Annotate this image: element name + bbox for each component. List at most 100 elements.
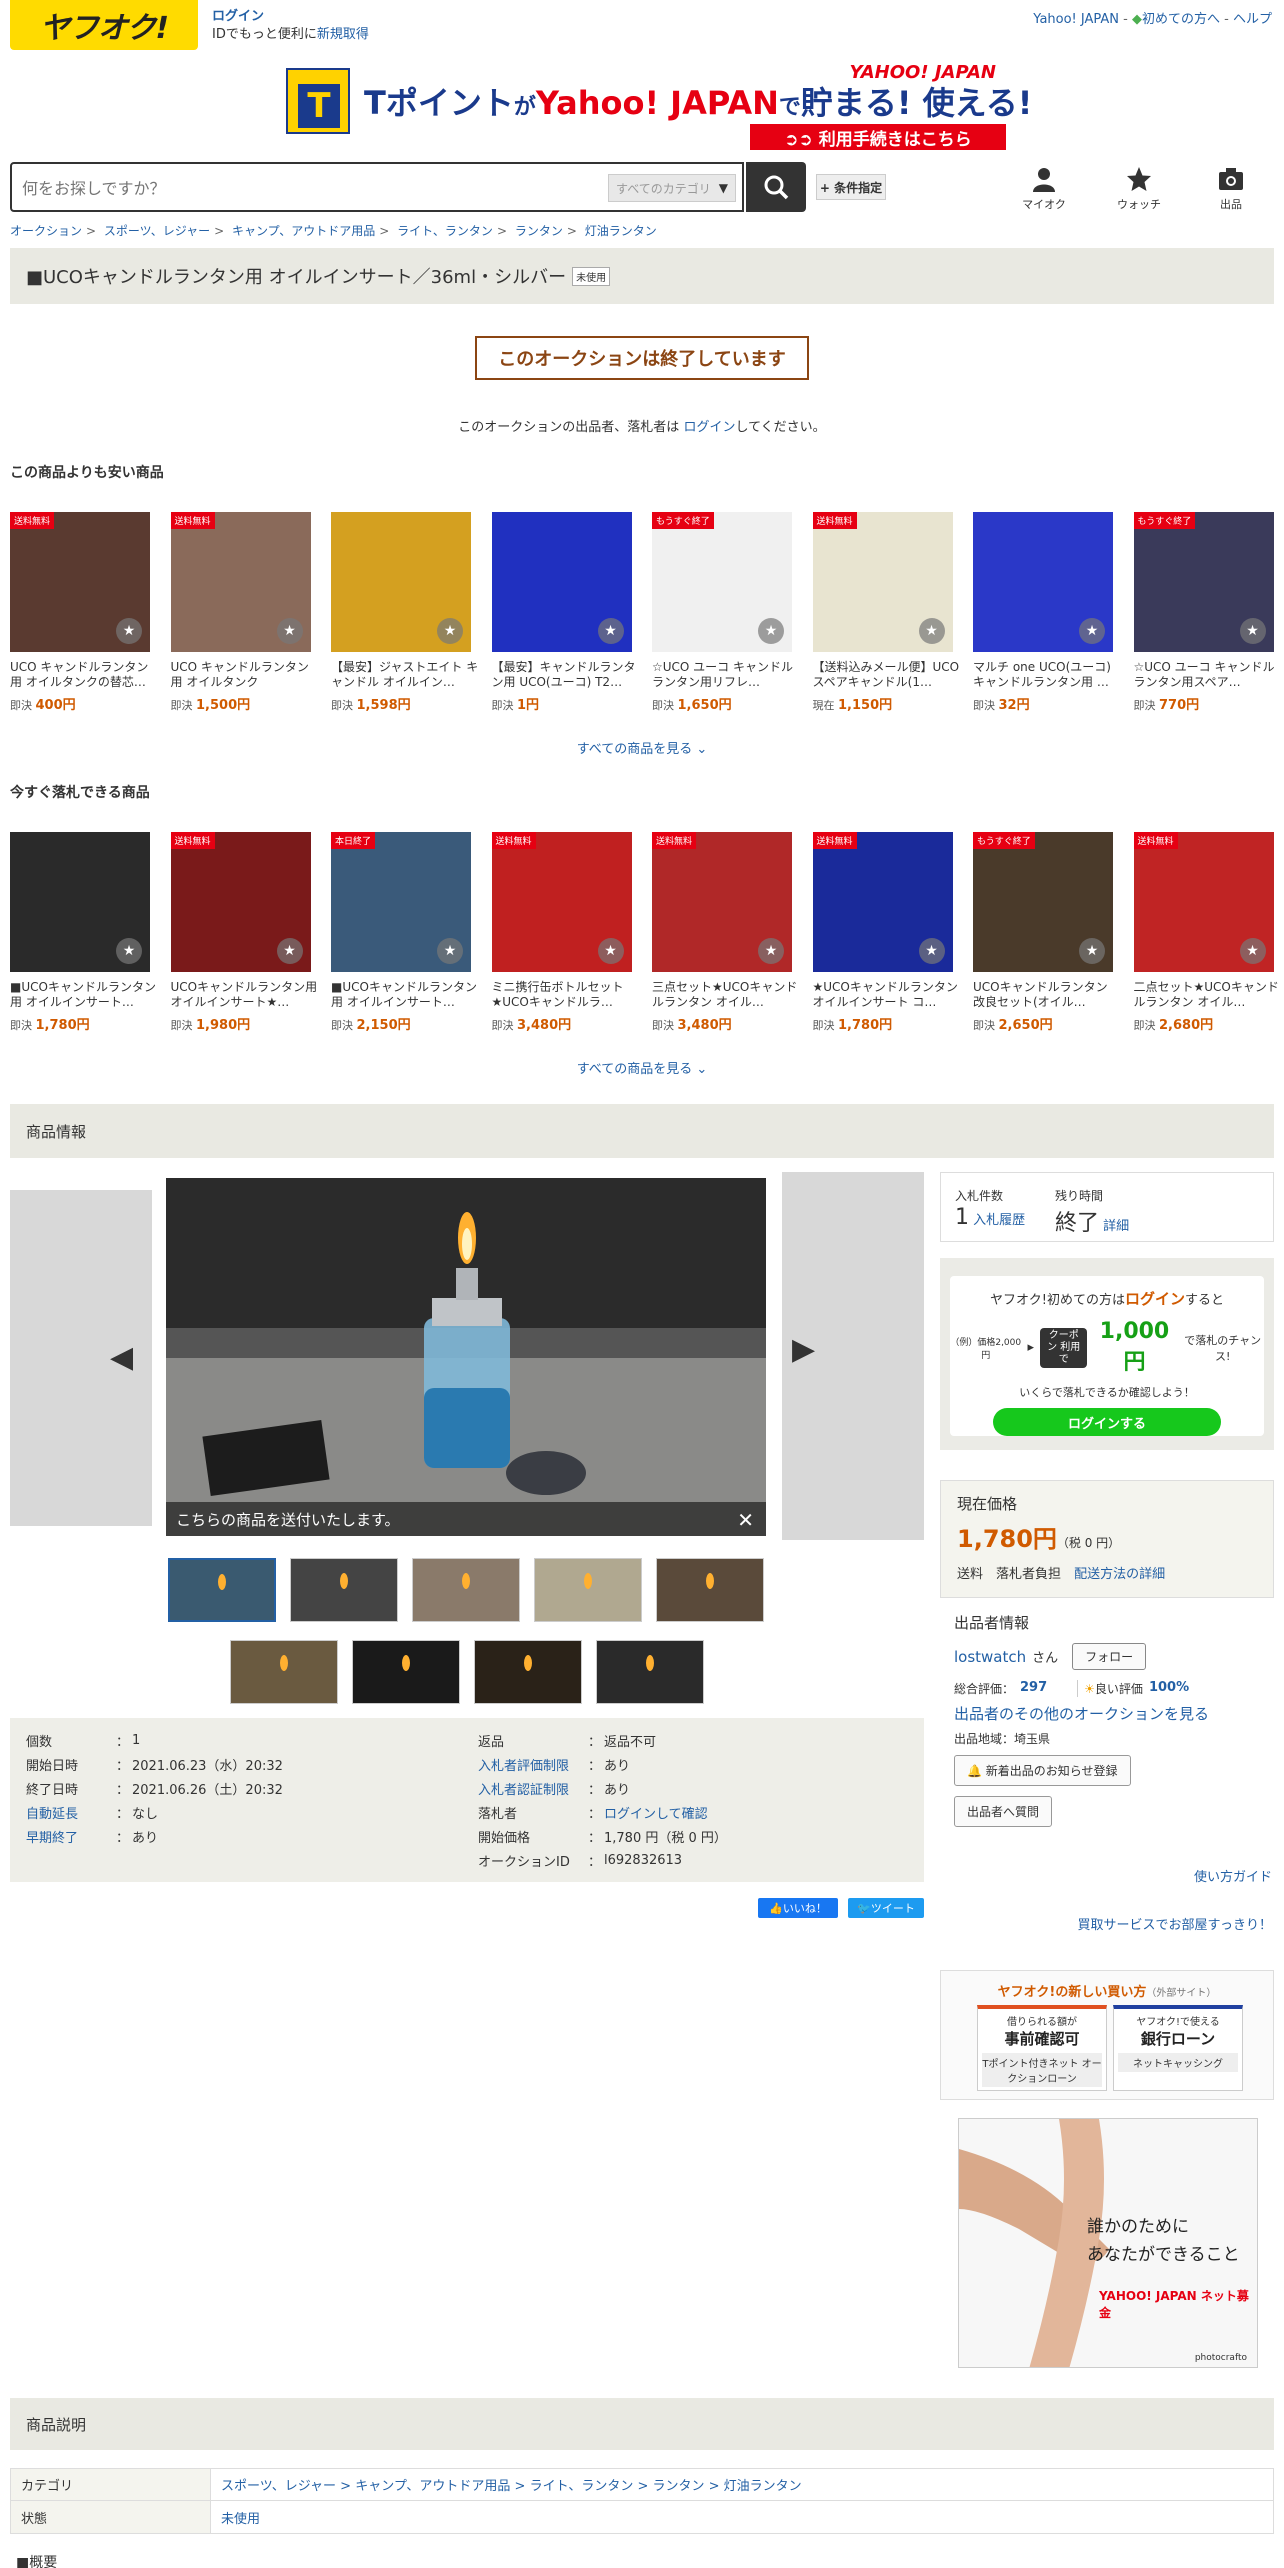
gallery-prev-panel[interactable]: ◀ (10, 1190, 152, 1526)
watch-star-icon[interactable]: ★ (758, 938, 784, 964)
banner-procedure-button[interactable]: ➲➲ 利用手続きはこちら (750, 124, 1006, 150)
detail-key[interactable]: 早期終了 (26, 1827, 116, 1846)
condition-button[interactable]: + 条件指定 (816, 174, 886, 200)
item-thumbnail[interactable]: もうすぐ終了 ★ (652, 512, 792, 652)
watch-star-icon[interactable]: ★ (116, 938, 142, 964)
search-button[interactable] (746, 162, 806, 212)
item-title[interactable]: ■UCOキャンドルランタン用 オイルインサート… (10, 980, 158, 1010)
coupon-login-link[interactable]: ログイン (1125, 1290, 1185, 1308)
ended-login-link[interactable]: ログイン (683, 420, 735, 435)
item-card[interactable]: ★ ■UCOキャンドルランタン用 オイルインサート… 即決 1,780円 (10, 832, 158, 1033)
see-all-link[interactable]: すべての商品を見る ⌄ (0, 738, 1284, 757)
item-title[interactable]: ☆UCO ユーコ キャンドルランタン用リフレ… (652, 660, 800, 690)
item-card[interactable]: ★ 【最安】ジャストエイト キャンドル オイルイン… 即決 1,598円 (331, 512, 479, 713)
see-all-link[interactable]: すべての商品を見る ⌄ (0, 1058, 1284, 1077)
watch-star-icon[interactable]: ★ (918, 938, 945, 964)
item-title[interactable]: UCOキャンドルランタン 改良セット(オイル… (973, 980, 1121, 1010)
item-title[interactable]: ☆UCO ユーコ キャンドルランタン用スペア… (1134, 660, 1282, 690)
gallery-next-panel[interactable]: ▶ (782, 1172, 924, 1540)
nav-sell[interactable]: 出品 (1196, 166, 1266, 212)
photo-thumbnail[interactable] (290, 1558, 398, 1622)
item-thumbnail[interactable]: 送料無料 ★ (10, 512, 150, 652)
breadcrumb-link[interactable]: オークション (10, 224, 82, 238)
item-title[interactable]: UCOキャンドルランタン用オイルインサート★… (171, 980, 319, 1010)
item-thumbnail[interactable]: 送料無料 ★ (652, 832, 792, 972)
watch-star-icon[interactable]: ★ (276, 618, 303, 644)
nav-watch[interactable]: ウォッチ (1104, 166, 1174, 212)
item-thumbnail[interactable]: ★ (10, 832, 150, 972)
photo-thumbnail[interactable] (596, 1640, 704, 1704)
close-icon[interactable]: ✕ (737, 1508, 754, 1532)
item-card[interactable]: 送料無料 ★ UCOキャンドルランタン用オイルインサート★… 即決 1,980円 (170, 832, 319, 1033)
watch-star-icon[interactable]: ★ (1079, 938, 1105, 964)
cleanup-link[interactable]: 買取サービスでお部屋すっきり！ (1078, 1914, 1272, 1933)
category-select[interactable]: すべてのカテゴリ ▼ (608, 174, 736, 202)
other-auctions-link[interactable]: 出品者のその他のオークションを見る (954, 1705, 1209, 1723)
beginner-link[interactable]: 初めての方へ (1142, 12, 1220, 27)
login-link[interactable]: ログイン (212, 9, 264, 24)
donation-ad[interactable]: 誰かのために あなたができること YAHOO! JAPAN ネット募金 photo… (958, 2118, 1258, 2368)
breadcrumb-link[interactable]: 灯油ランタン (585, 224, 657, 238)
photo-thumbnail[interactable] (230, 1640, 338, 1704)
item-title[interactable]: ミニ携行缶ボトルセット★UCOキャンドルラ… (492, 980, 640, 1010)
breadcrumb-link[interactable]: ライト、ランタン (397, 224, 493, 238)
item-thumbnail[interactable]: ★ (331, 512, 471, 652)
watch-star-icon[interactable]: ★ (597, 938, 624, 964)
item-thumbnail[interactable]: 送料無料 ★ (1133, 832, 1274, 972)
shipping-detail-link[interactable]: 配送方法の詳細 (1074, 1567, 1165, 1582)
item-thumbnail[interactable]: 送料無料 ★ (491, 832, 632, 972)
detail-key[interactable]: 自動延長 (26, 1803, 116, 1822)
photo-thumbnail[interactable] (168, 1558, 276, 1622)
item-card[interactable]: 送料無料 ★ 【送料込みメール便】UCO スペアキャンドル(1… 現在 1,150円 (812, 512, 961, 713)
item-card[interactable]: 本日終了 ★ ■UCOキャンドルランタン用 オイルインサート… 即決 2,150円 (331, 832, 479, 1033)
watch-star-icon[interactable]: ★ (918, 618, 945, 644)
breadcrumb-link[interactable]: キャンプ、アウトドア用品 (232, 224, 375, 238)
category-path-link[interactable]: スポーツ、レジャー > キャンプ、アウトドア用品 > ライト、ランタン > ラン… (211, 2475, 802, 2494)
item-card[interactable]: 送料無料 ★ UCO キャンドルランタン用 オイルタンク 即決 1,500円 (170, 512, 319, 713)
facebook-like-button[interactable]: 👍 いいね！ (758, 1898, 838, 1918)
help-link[interactable]: ヘルプ (1233, 12, 1272, 27)
breadcrumb-link[interactable]: スポーツ、レジャー (104, 224, 210, 238)
item-thumbnail[interactable]: 送料無料 ★ (170, 512, 311, 652)
item-thumbnail[interactable]: もうすぐ終了 ★ (1133, 512, 1274, 652)
item-title[interactable]: UCO キャンドルランタン用 オイルタンクの替芯… (10, 660, 158, 690)
photo-thumbnail[interactable] (352, 1640, 460, 1704)
item-title[interactable]: ■UCOキャンドルランタン用 オイルインサート… (331, 980, 479, 1010)
item-card[interactable]: ★ マルチ one UCO(ユーコ)キャンドルランタン用 … 即決 32円 (973, 512, 1121, 713)
coupon-login-button[interactable]: ログインする (993, 1408, 1221, 1436)
item-title[interactable]: マルチ one UCO(ユーコ)キャンドルランタン用 … (973, 660, 1121, 690)
photo-thumbnail[interactable] (656, 1558, 764, 1622)
breadcrumb-link[interactable]: ランタン (515, 224, 563, 238)
item-title[interactable]: 三点セット★UCOキャンドルランタン オイル… (652, 980, 800, 1010)
tpoint-banner[interactable]: T TポイントがYahoo! JAPANで貯まる! 使える! YAHOO! JA… (286, 62, 1032, 150)
item-title[interactable]: ★UCOキャンドルランタン オイルインサート コ… (813, 980, 961, 1010)
watch-star-icon[interactable]: ★ (437, 618, 463, 644)
condition-value-link[interactable]: 未使用 (211, 2508, 260, 2527)
register-link[interactable]: 新規取得 (317, 27, 369, 42)
item-title[interactable]: UCO キャンドルランタン用 オイルタンク (171, 660, 319, 690)
photo-thumbnail[interactable] (534, 1558, 642, 1622)
loan-card-1[interactable]: 借りられる額が 事前確認可 Tポイント付きネット オークションローン (977, 2005, 1107, 2091)
main-photo[interactable]: こちらの商品を送付いたします。 ✕ (166, 1178, 766, 1536)
photo-thumbnail[interactable] (412, 1558, 520, 1622)
item-thumbnail[interactable]: 送料無料 ★ (170, 832, 311, 972)
search-input[interactable] (22, 176, 602, 200)
watch-star-icon[interactable]: ★ (758, 618, 784, 644)
yahuoku-logo[interactable]: ヤフオク! (10, 0, 198, 50)
ask-seller-button[interactable]: 出品者へ質問 (954, 1796, 1053, 1827)
item-thumbnail[interactable]: 送料無料 ★ (812, 832, 953, 972)
nav-myauction[interactable]: マイオク (1009, 166, 1079, 212)
item-card[interactable]: もうすぐ終了 ★ UCOキャンドルランタン 改良セット(オイル… 即決 2,650円 (973, 832, 1121, 1033)
photo-thumbnail[interactable] (474, 1640, 582, 1704)
item-thumbnail[interactable]: 送料無料 ★ (812, 512, 953, 652)
item-card[interactable]: もうすぐ終了 ★ ☆UCO ユーコ キャンドルランタン用スペア… 即決 770円 (1133, 512, 1282, 713)
item-card[interactable]: もうすぐ終了 ★ ☆UCO ユーコ キャンドルランタン用リフレ… 即決 1,650円 (652, 512, 800, 713)
detail-key[interactable]: 入札者認証制限 (478, 1779, 588, 1798)
loan-card-2[interactable]: ヤフオク!で使える 銀行ローン ネットキャッシング (1113, 2005, 1243, 2091)
item-card[interactable]: 送料無料 ★ UCO キャンドルランタン用 オイルタンクの替芯… 即決 400円 (10, 512, 158, 713)
item-card[interactable]: ★ 【最安】キャンドルランタン用 UCO(ユーコ) T2… 即決 1円 (491, 512, 640, 713)
watch-star-icon[interactable]: ★ (116, 618, 142, 644)
item-thumbnail[interactable]: もうすぐ終了 ★ (973, 832, 1113, 972)
detail-value[interactable]: ログインして確認 (604, 1803, 708, 1822)
watch-star-icon[interactable]: ★ (1239, 938, 1266, 964)
